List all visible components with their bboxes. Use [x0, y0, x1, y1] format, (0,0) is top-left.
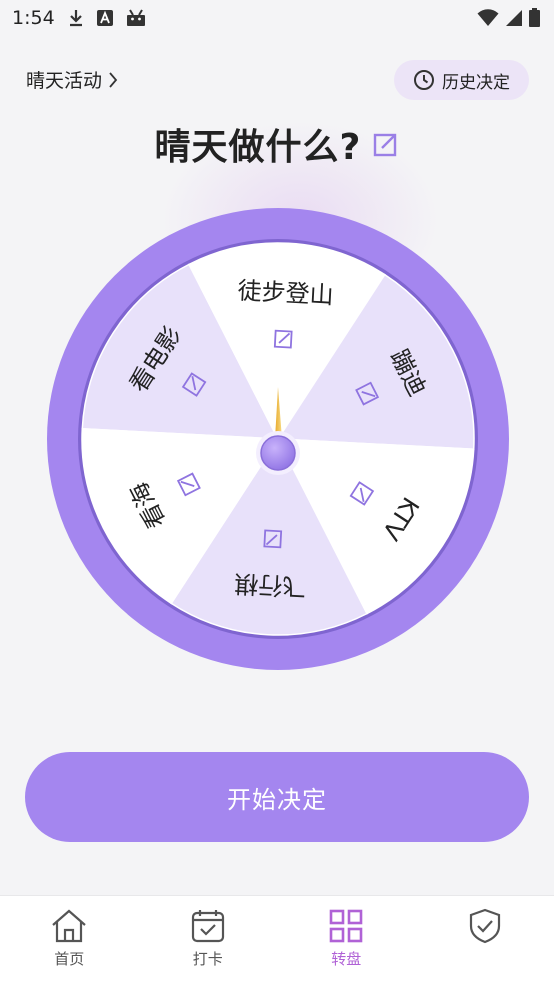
history-button-label: 历史决定	[442, 68, 510, 93]
wheel-hub[interactable]	[261, 436, 295, 470]
app-a-icon	[96, 9, 114, 27]
android-icon	[126, 9, 146, 27]
clock-icon	[413, 69, 435, 91]
nav-label-wheel: 转盘	[331, 948, 361, 969]
chevron-right-icon	[108, 71, 118, 89]
download-icon	[68, 8, 84, 28]
nav-item-wheel[interactable]: 转盘	[277, 896, 416, 985]
start-decide-button[interactable]: 开始决定	[25, 752, 529, 842]
status-time: 1:54	[12, 7, 55, 29]
edit-title-icon[interactable]	[373, 131, 399, 157]
signal-icon	[505, 9, 523, 27]
page-title: 晴天做什么?	[155, 118, 362, 170]
spin-wheel[interactable]: 看电影徒步登山蹦迪KTV飞行棋看海	[46, 207, 510, 671]
grid-icon	[327, 908, 365, 944]
status-icons-left	[68, 8, 146, 28]
battery-icon	[529, 8, 540, 27]
nav-label-checkin: 打卡	[193, 948, 223, 969]
wheel-segment-label: 飞行棋	[234, 569, 307, 601]
nav-item-home[interactable]: 首页	[0, 896, 139, 985]
nav-item-shield[interactable]	[416, 896, 554, 985]
history-button[interactable]: 历史决定	[394, 60, 529, 100]
wifi-icon	[477, 9, 499, 27]
bottom-nav: 首页 打卡 转盘	[0, 895, 554, 985]
shield-check-icon	[466, 908, 504, 944]
status-icons-right	[477, 8, 540, 27]
activity-link[interactable]: 晴天活动	[26, 66, 118, 93]
nav-item-checkin[interactable]: 打卡	[139, 896, 278, 985]
title-row: 晴天做什么?	[0, 118, 554, 170]
calendar-check-icon	[189, 908, 227, 944]
status-bar: 1:54	[0, 0, 554, 38]
activity-link-label: 晴天活动	[26, 66, 102, 93]
wheel-segment-label: 徒步登山	[237, 277, 334, 310]
nav-label-home: 首页	[54, 948, 84, 969]
wheel-graphic: 看电影徒步登山蹦迪KTV飞行棋看海	[46, 207, 510, 671]
home-icon	[50, 908, 88, 944]
